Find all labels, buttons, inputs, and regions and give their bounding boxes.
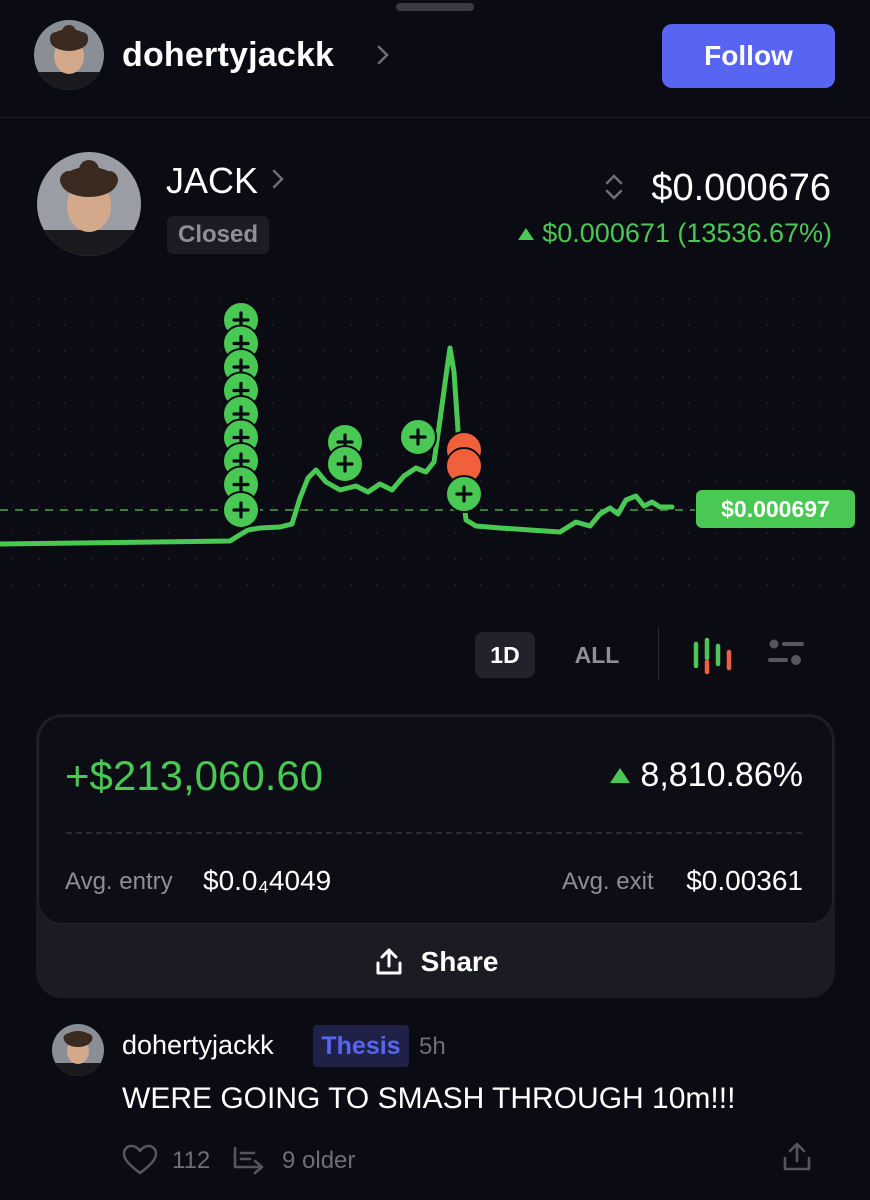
avg-entry-value: $0.0₄4049 xyxy=(203,865,332,896)
avg-exit-label: Avg. exit xyxy=(562,868,654,895)
current-price-tag: $0.000697 xyxy=(696,490,855,528)
range-1d-button[interactable]: 1D xyxy=(475,632,535,678)
scatter-toggle-icon[interactable] xyxy=(766,636,806,668)
price-change: $0.000671 (13536.67%) xyxy=(518,218,832,249)
profile-username[interactable]: dohertyjackk xyxy=(122,36,334,75)
post-text: WERE GOING TO SMASH THROUGH 10m!!! xyxy=(122,1082,736,1115)
status-badge: Closed xyxy=(167,216,269,254)
sort-toggle-icon[interactable] xyxy=(603,172,625,202)
share-label: Share xyxy=(420,946,499,977)
buy-marker[interactable] xyxy=(222,491,260,529)
up-arrow-icon xyxy=(518,227,535,240)
profile-avatar[interactable] xyxy=(34,20,104,90)
thread-icon[interactable] xyxy=(232,1145,268,1175)
price-change-value: $0.000671 (13536.67%) xyxy=(542,218,832,248)
up-arrow-icon xyxy=(610,768,631,783)
post-tag-badge: Thesis xyxy=(313,1025,409,1067)
buy-marker[interactable] xyxy=(445,475,483,513)
post-avatar[interactable] xyxy=(52,1024,104,1076)
like-count: 112 xyxy=(172,1147,211,1174)
buy-marker[interactable] xyxy=(326,445,364,483)
thread-older-count[interactable]: 9 older xyxy=(282,1147,355,1175)
avg-entry-label: Avg. entry xyxy=(65,868,173,895)
share-button[interactable]: Share xyxy=(36,926,835,998)
post-username[interactable]: dohertyjackk xyxy=(122,1030,274,1061)
price-chart[interactable] xyxy=(0,280,870,610)
range-divider xyxy=(658,628,659,680)
token-name[interactable]: JACK xyxy=(166,160,258,202)
pnl-percent: 8,810.86% xyxy=(610,756,803,795)
profile-header: dohertyjackk Follow xyxy=(0,0,870,118)
share-icon xyxy=(376,948,402,975)
post-timestamp: 5h xyxy=(419,1033,446,1060)
pnl-percent-value: 8,810.86% xyxy=(640,756,803,794)
chevron-right-icon[interactable] xyxy=(270,168,286,190)
range-all-button[interactable]: ALL xyxy=(566,632,628,678)
pnl-value: +$213,060.60 xyxy=(65,752,324,799)
token-price: $0.000676 xyxy=(651,167,831,209)
buy-marker[interactable] xyxy=(399,418,437,456)
card-divider xyxy=(66,832,802,834)
follow-button[interactable]: Follow xyxy=(662,24,835,88)
token-avatar[interactable] xyxy=(37,152,141,256)
chevron-right-icon[interactable] xyxy=(374,44,392,66)
avg-exit-value: $0.00361 xyxy=(686,865,803,896)
heart-icon[interactable] xyxy=(122,1144,158,1176)
share-icon[interactable] xyxy=(780,1140,814,1174)
candlestick-icon[interactable] xyxy=(690,636,734,674)
